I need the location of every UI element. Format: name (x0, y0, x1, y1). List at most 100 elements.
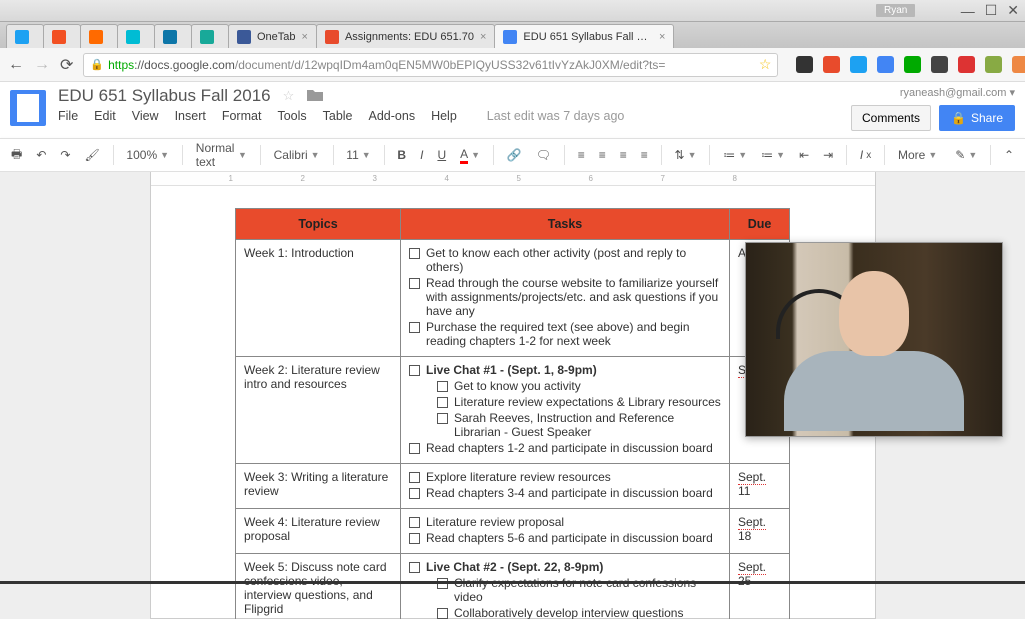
undo-icon[interactable]: ↶ (31, 144, 51, 166)
comment-icon[interactable]: 🗨 (531, 144, 556, 166)
checkbox-icon[interactable] (409, 365, 420, 376)
cell-due[interactable]: Sept. 18 (730, 509, 790, 554)
cell-topic[interactable]: Week 2: Literature review intro and reso… (236, 357, 401, 464)
tab-close-icon[interactable]: × (659, 31, 665, 43)
numbered-list-icon[interactable]: ≔ ▼ (718, 144, 752, 166)
menu-add-ons[interactable]: Add-ons (369, 109, 416, 123)
align-justify-icon[interactable]: ≡ (636, 144, 653, 166)
line-spacing-icon[interactable]: ⇅ ▼ (670, 144, 702, 166)
extension-icon[interactable] (850, 56, 867, 73)
menu-file[interactable]: File (58, 109, 78, 123)
share-button[interactable]: 🔒Share (939, 105, 1015, 131)
align-left-icon[interactable]: ≡ (573, 144, 590, 166)
checkbox-icon[interactable] (409, 533, 420, 544)
cell-tasks[interactable]: Get to know each other activity (post an… (401, 240, 730, 357)
table-row[interactable]: Week 2: Literature review intro and reso… (236, 357, 790, 464)
nav-reload-icon[interactable]: ⟳ (60, 55, 73, 75)
tab-close-icon[interactable]: × (302, 31, 308, 43)
menu-edit[interactable]: Edit (94, 109, 116, 123)
table-row[interactable]: Week 3: Writing a literature reviewExplo… (236, 464, 790, 509)
menu-table[interactable]: Table (323, 109, 353, 123)
browser-tab[interactable] (154, 24, 192, 48)
checkbox-icon[interactable] (437, 413, 448, 424)
browser-tab[interactable] (117, 24, 155, 48)
bookmark-star-icon[interactable]: ☆ (759, 56, 772, 73)
extension-icon[interactable] (985, 56, 1002, 73)
extension-icon[interactable] (904, 56, 921, 73)
menu-insert[interactable]: Insert (175, 109, 206, 123)
clear-format-icon[interactable]: Ix (855, 144, 876, 166)
checkbox-icon[interactable] (409, 562, 420, 573)
ruler[interactable]: 12345678 (151, 172, 875, 186)
window-close-icon[interactable]: ✕ (1007, 2, 1019, 19)
menu-tools[interactable]: Tools (277, 109, 306, 123)
table-row[interactable]: Week 5: Discuss note card confessions vi… (236, 554, 790, 619)
menu-help[interactable]: Help (431, 109, 457, 123)
bold-icon[interactable]: B (392, 144, 411, 166)
menu-view[interactable]: View (132, 109, 159, 123)
cell-tasks[interactable]: Literature review proposalRead chapters … (401, 509, 730, 554)
underline-icon[interactable]: U (432, 144, 451, 166)
bulleted-list-icon[interactable]: ≔ ▼ (756, 144, 790, 166)
align-right-icon[interactable]: ≡ (615, 144, 632, 166)
table-row[interactable]: Week 1: IntroductionGet to know each oth… (236, 240, 790, 357)
expand-toolbar-icon[interactable]: ⌃ (999, 144, 1019, 166)
table-row[interactable]: Week 4: Literature review proposalLitera… (236, 509, 790, 554)
docs-logo-icon[interactable] (10, 90, 46, 126)
syllabus-table[interactable]: Topics Tasks Due Week 1: IntroductionGet… (235, 208, 790, 619)
cell-due[interactable]: Sept. 25 (730, 554, 790, 619)
more-toolbar-button[interactable]: More ▼ (893, 144, 942, 166)
editing-mode-icon[interactable]: ✎ ▼ (950, 144, 982, 166)
align-center-icon[interactable]: ≡ (594, 144, 611, 166)
cell-tasks[interactable]: Live Chat #2 - (Sept. 22, 8-9pm)Clarify … (401, 554, 730, 619)
checkbox-icon[interactable] (409, 517, 420, 528)
star-document-icon[interactable]: ☆ (283, 88, 295, 104)
font-size-selector[interactable]: 11 ▼ (341, 144, 375, 166)
browser-tab[interactable]: EDU 651 Syllabus Fall 201× (494, 24, 674, 48)
indent-decrease-icon[interactable]: ⇤ (794, 144, 814, 166)
extension-icon[interactable] (1012, 56, 1025, 73)
menu-format[interactable]: Format (222, 109, 262, 123)
extension-icon[interactable] (796, 56, 813, 73)
cell-tasks[interactable]: Explore literature review resourcesRead … (401, 464, 730, 509)
checkbox-icon[interactable] (409, 322, 420, 333)
paint-format-icon[interactable]: 🖌 (79, 144, 104, 166)
address-bar[interactable]: 🔒 https://docs.google.com/document/d/12w… (83, 53, 778, 77)
cell-topic[interactable]: Week 3: Writing a literature review (236, 464, 401, 509)
indent-increase-icon[interactable]: ⇥ (818, 144, 838, 166)
text-color-icon[interactable]: A ▼ (455, 143, 485, 168)
document-title[interactable]: EDU 651 Syllabus Fall 2016 (58, 86, 271, 106)
browser-tab[interactable]: Assignments: EDU 651.70× (316, 24, 495, 48)
cell-topic[interactable]: Week 5: Discuss note card confessions vi… (236, 554, 401, 619)
link-icon[interactable]: 🔗 (502, 144, 527, 166)
extension-icon[interactable] (931, 56, 948, 73)
extension-icon[interactable] (958, 56, 975, 73)
window-minimize-icon[interactable]: — (961, 3, 975, 19)
checkbox-icon[interactable] (409, 443, 420, 454)
checkbox-icon[interactable] (437, 381, 448, 392)
cell-due[interactable]: Sept. 11 (730, 464, 790, 509)
browser-tab[interactable] (80, 24, 118, 48)
checkbox-icon[interactable] (409, 472, 420, 483)
cell-topic[interactable]: Week 4: Literature review proposal (236, 509, 401, 554)
user-email[interactable]: ryaneash@gmail.com ▾ (900, 86, 1015, 99)
redo-icon[interactable]: ↷ (55, 144, 75, 166)
print-icon[interactable]: 🖶 (6, 141, 27, 170)
zoom-selector[interactable]: 100% ▼ (121, 144, 174, 166)
extension-icon[interactable] (877, 56, 894, 73)
cell-tasks[interactable]: Live Chat #1 - (Sept. 1, 8-9pm)Get to kn… (401, 357, 730, 464)
checkbox-icon[interactable] (409, 488, 420, 499)
extension-icon[interactable] (823, 56, 840, 73)
nav-back-icon[interactable]: ← (8, 56, 24, 74)
font-selector[interactable]: Calibri ▼ (269, 144, 325, 166)
move-folder-icon[interactable] (306, 88, 324, 105)
window-maximize-icon[interactable]: ☐ (985, 2, 998, 19)
browser-tab[interactable]: OneTab× (228, 24, 317, 48)
nav-forward-icon[interactable]: → (34, 56, 50, 74)
paragraph-style-selector[interactable]: Normal text ▼ (191, 137, 252, 173)
browser-tab[interactable] (6, 24, 44, 48)
checkbox-icon[interactable] (409, 248, 420, 259)
cell-topic[interactable]: Week 1: Introduction (236, 240, 401, 357)
browser-tab[interactable] (43, 24, 81, 48)
checkbox-icon[interactable] (437, 608, 448, 619)
